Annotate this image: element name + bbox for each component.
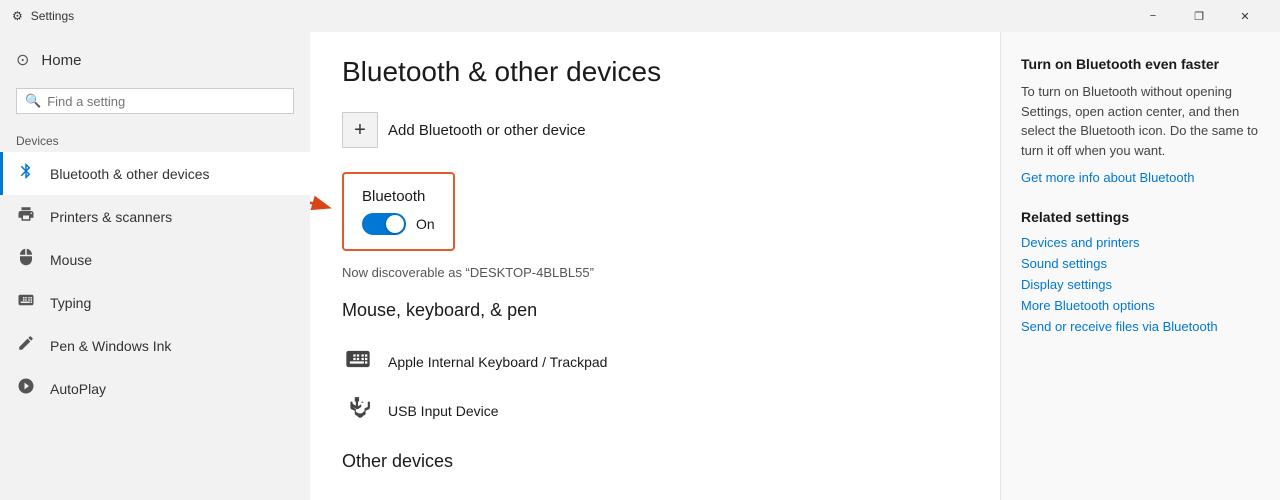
- title-bar-left: ⚙ Settings: [12, 9, 74, 23]
- discoverable-text: Now discoverable as “DESKTOP-4BLBL55”: [342, 265, 968, 280]
- page-title: Bluetooth & other devices: [342, 56, 968, 88]
- search-icon: 🔍: [25, 93, 41, 109]
- app-title: Settings: [31, 9, 74, 23]
- usb-device-label: USB Input Device: [388, 403, 499, 419]
- more-info-link[interactable]: Get more info about Bluetooth: [1021, 170, 1260, 185]
- toggle-on-label: On: [416, 216, 435, 232]
- sidebar-item-pen[interactable]: Pen & Windows Ink: [0, 324, 310, 367]
- close-button[interactable]: ✕: [1222, 0, 1268, 32]
- sidebar-item-bluetooth-label: Bluetooth & other devices: [50, 166, 210, 182]
- sidebar-item-printers[interactable]: Printers & scanners: [0, 195, 310, 238]
- keyboard-device-icon: [342, 345, 374, 379]
- bluetooth-section-label: Bluetooth: [362, 188, 435, 205]
- sidebar-item-autoplay[interactable]: AutoPlay: [0, 367, 310, 410]
- title-bar-controls: − ❐ ✕: [1130, 0, 1268, 32]
- bluetooth-toggle[interactable]: [362, 213, 406, 235]
- right-panel: Turn on Bluetooth even faster To turn on…: [1000, 32, 1280, 500]
- sidebar-item-mouse-label: Mouse: [50, 252, 92, 268]
- sidebar-item-pen-label: Pen & Windows Ink: [50, 338, 171, 354]
- mouse-icon: [16, 248, 36, 271]
- settings-gear-icon: ⚙: [12, 9, 23, 23]
- sidebar-home[interactable]: ⊙ Home: [0, 40, 310, 80]
- sidebar-item-mouse[interactable]: Mouse: [0, 238, 310, 281]
- toggle-knob: [386, 215, 404, 233]
- other-devices-heading: Other devices: [342, 451, 968, 472]
- sidebar-item-autoplay-label: AutoPlay: [50, 381, 106, 397]
- usb-device-item: USB Input Device: [342, 387, 968, 435]
- sidebar-item-printers-label: Printers & scanners: [50, 209, 172, 225]
- toggle-row: On: [362, 213, 435, 235]
- pen-icon: [16, 334, 36, 357]
- keyboard-device-label: Apple Internal Keyboard / Trackpad: [388, 354, 607, 370]
- home-label: Home: [41, 52, 81, 69]
- title-bar: ⚙ Settings − ❐ ✕: [0, 0, 1280, 32]
- sidebar-item-bluetooth[interactable]: Bluetooth & other devices: [0, 152, 310, 195]
- related-link-more-bluetooth[interactable]: More Bluetooth options: [1021, 298, 1260, 313]
- restore-button[interactable]: ❐: [1176, 0, 1222, 32]
- add-device-plus-icon: +: [342, 112, 378, 148]
- add-device-button[interactable]: + Add Bluetooth or other device: [342, 112, 968, 148]
- related-link-send-receive[interactable]: Send or receive files via Bluetooth: [1021, 319, 1260, 334]
- annotation-arrow: [310, 177, 337, 237]
- keyboard-device-item: Apple Internal Keyboard / Trackpad: [342, 337, 968, 387]
- bluetooth-section: Bluetooth On: [342, 172, 455, 251]
- sidebar-section-label: Devices: [0, 122, 310, 152]
- sidebar: ⊙ Home 🔍 Devices Bluetooth & other devic…: [0, 32, 310, 500]
- printer-icon: [16, 205, 36, 228]
- related-link-sound[interactable]: Sound settings: [1021, 256, 1260, 271]
- app-content: ⊙ Home 🔍 Devices Bluetooth & other devic…: [0, 32, 1280, 500]
- related-link-devices-printers[interactable]: Devices and printers: [1021, 235, 1260, 250]
- typing-icon: [16, 291, 36, 314]
- minimize-button[interactable]: −: [1130, 0, 1176, 32]
- main-content: Bluetooth & other devices + Add Bluetoot…: [310, 32, 1000, 500]
- autoplay-icon: [16, 377, 36, 400]
- home-icon: ⊙: [16, 50, 29, 70]
- faster-title: Turn on Bluetooth even faster: [1021, 56, 1260, 72]
- mouse-keyboard-heading: Mouse, keyboard, & pen: [342, 300, 968, 321]
- usb-device-icon: [342, 395, 374, 427]
- bluetooth-icon: [16, 162, 36, 185]
- search-box[interactable]: 🔍: [16, 88, 294, 114]
- sidebar-item-typing[interactable]: Typing: [0, 281, 310, 324]
- bluetooth-toggle-area: Bluetooth On: [342, 172, 455, 265]
- search-input[interactable]: [47, 94, 285, 109]
- faster-description: To turn on Bluetooth without opening Set…: [1021, 82, 1260, 160]
- related-link-display[interactable]: Display settings: [1021, 277, 1260, 292]
- related-settings-title: Related settings: [1021, 209, 1260, 225]
- add-device-label: Add Bluetooth or other device: [388, 122, 586, 139]
- sidebar-item-typing-label: Typing: [50, 295, 91, 311]
